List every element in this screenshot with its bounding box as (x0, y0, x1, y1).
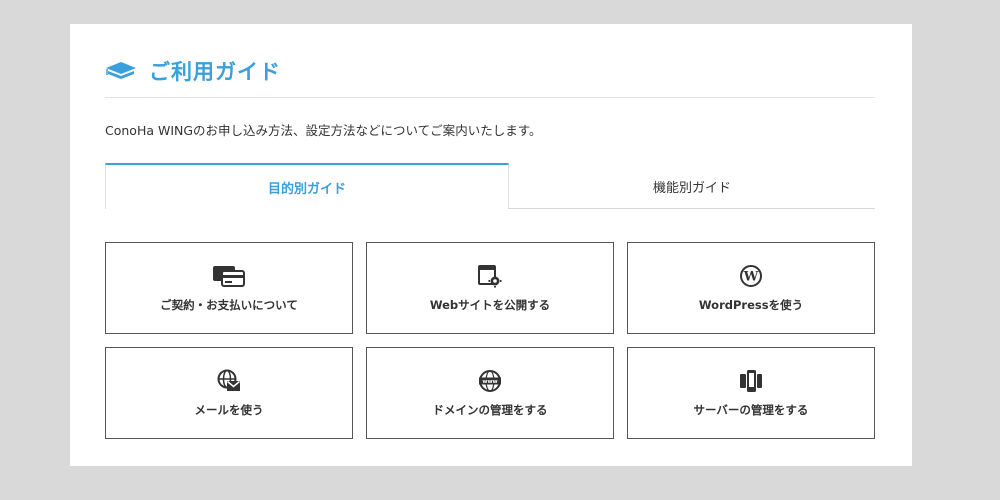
card-label: サーバーの管理をする (693, 403, 809, 417)
svg-text:W: W (743, 270, 759, 285)
guide-header: ご利用ガイド (105, 56, 281, 86)
tab-feature-guide[interactable]: 機能別ガイド (509, 165, 875, 209)
wordpress-icon: W (739, 263, 763, 289)
card-label: WordPressを使う (698, 298, 804, 312)
mail-globe-icon (216, 368, 242, 394)
card-label: メールを使う (194, 403, 264, 417)
title-divider (105, 97, 875, 98)
intro-text: ConoHa WINGのお申し込み方法、設定方法などについてご案内いたします。 (105, 123, 542, 138)
card-label: Webサイトを公開する (429, 298, 551, 312)
guide-tabs: 目的別ガイド 機能別ガイド (105, 163, 875, 209)
credit-card-icon (212, 263, 246, 289)
guide-card-grid: ご契約・お支払いについて Webサイトを公開する W WordPressを使う … (105, 242, 875, 439)
devices-icon (739, 368, 763, 394)
card-manage-server[interactable]: サーバーの管理をする (627, 347, 875, 439)
www-globe-icon: www (478, 368, 502, 394)
card-label: ご契約・お支払いについて (160, 298, 298, 312)
page-title: ご利用ガイド (149, 60, 281, 84)
card-use-wordpress[interactable]: W WordPressを使う (627, 242, 875, 334)
card-publish-website[interactable]: Webサイトを公開する (366, 242, 614, 334)
tab-purpose-guide[interactable]: 目的別ガイド (105, 163, 509, 209)
card-label: ドメインの管理をする (432, 403, 548, 417)
card-use-mail[interactable]: メールを使う (105, 347, 353, 439)
card-manage-domain[interactable]: www ドメインの管理をする (366, 347, 614, 439)
card-contract-payment[interactable]: ご契約・お支払いについて (105, 242, 353, 334)
guide-panel: ご利用ガイド ConoHa WINGのお申し込み方法、設定方法などについてご案内… (70, 24, 912, 466)
book-icon (105, 60, 137, 82)
website-settings-icon (477, 263, 503, 289)
svg-text:www: www (482, 379, 497, 385)
